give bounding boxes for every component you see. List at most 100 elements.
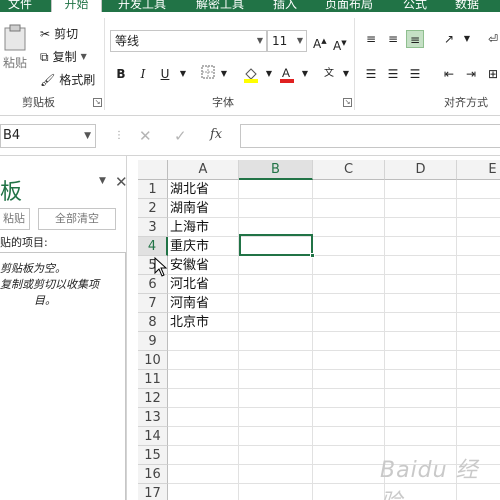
- table-cell[interactable]: 重庆市: [168, 237, 239, 256]
- table-cell[interactable]: [313, 465, 385, 484]
- table-cell[interactable]: [385, 237, 457, 256]
- fill-handle[interactable]: [310, 253, 315, 258]
- italic-button[interactable]: I: [134, 65, 152, 83]
- align-top-button[interactable]: ≡: [362, 30, 380, 48]
- column-header-d[interactable]: D: [385, 160, 457, 180]
- table-cell[interactable]: [313, 199, 385, 218]
- tab-data[interactable]: 数据: [455, 0, 479, 12]
- table-cell[interactable]: [168, 370, 239, 389]
- table-cell[interactable]: 河南省: [168, 294, 239, 313]
- font-launcher-icon[interactable]: ↘: [343, 98, 352, 107]
- table-cell[interactable]: [239, 351, 313, 370]
- align-left-button[interactable]: ☰: [362, 65, 380, 83]
- row-header[interactable]: 9: [138, 332, 168, 351]
- decrease-font-button[interactable]: A▼: [333, 36, 347, 53]
- select-all-corner[interactable]: [138, 160, 168, 180]
- table-cell[interactable]: [239, 408, 313, 427]
- row-header[interactable]: 8: [138, 313, 168, 332]
- table-cell[interactable]: [168, 427, 239, 446]
- align-bottom-button[interactable]: ≡: [406, 30, 424, 48]
- row-header[interactable]: 14: [138, 427, 168, 446]
- row-header[interactable]: 11: [138, 370, 168, 389]
- table-cell[interactable]: [313, 237, 385, 256]
- table-cell[interactable]: [457, 180, 500, 199]
- chevron-down-icon[interactable]: ▼: [296, 65, 314, 83]
- chevron-down-icon[interactable]: ▼: [458, 30, 476, 48]
- table-cell[interactable]: [313, 484, 385, 500]
- table-cell[interactable]: [385, 313, 457, 332]
- table-cell[interactable]: 河北省: [168, 275, 239, 294]
- table-cell[interactable]: [239, 199, 313, 218]
- row-header[interactable]: 10: [138, 351, 168, 370]
- cancel-icon[interactable]: ✕: [139, 127, 152, 145]
- tab-formulas[interactable]: 公式: [403, 0, 427, 12]
- chevron-down-icon[interactable]: ▼: [99, 176, 106, 186]
- decrease-indent-button[interactable]: ⇤: [440, 65, 458, 83]
- table-cell[interactable]: [385, 351, 457, 370]
- wrap-text-button[interactable]: ⏎: [484, 30, 500, 48]
- format-painter-button[interactable]: 🖌 格式刷: [40, 71, 95, 88]
- worksheet-grid[interactable]: A B C D E 1 湖北省 2 湖南省 3 上海市 4 重庆市 5 安徽省 6 河北省 7 河南省 8 北…: [138, 160, 500, 500]
- font-name-select[interactable]: 等线 ▼: [110, 30, 267, 52]
- table-cell[interactable]: [385, 332, 457, 351]
- table-cell[interactable]: [457, 370, 500, 389]
- table-cell[interactable]: [385, 256, 457, 275]
- merge-center-button[interactable]: ⊞: [484, 65, 500, 83]
- row-header[interactable]: 15: [138, 446, 168, 465]
- align-middle-button[interactable]: ≡: [384, 30, 402, 48]
- table-cell[interactable]: [239, 180, 313, 199]
- copy-button[interactable]: ⧉ 复制 ▼: [40, 48, 87, 65]
- table-cell[interactable]: [313, 389, 385, 408]
- table-cell[interactable]: [168, 408, 239, 427]
- table-cell[interactable]: [313, 446, 385, 465]
- table-cell[interactable]: [457, 332, 500, 351]
- table-cell[interactable]: [313, 351, 385, 370]
- table-cell[interactable]: [385, 389, 457, 408]
- table-cell[interactable]: [239, 446, 313, 465]
- underline-button[interactable]: U: [156, 65, 174, 83]
- paste-all-button[interactable]: 粘贴: [0, 208, 30, 230]
- column-header-a[interactable]: A: [168, 160, 239, 180]
- row-header[interactable]: 4: [138, 237, 168, 256]
- enter-icon[interactable]: ✓: [174, 127, 187, 145]
- table-cell[interactable]: [239, 370, 313, 389]
- tab-home[interactable]: 开始: [51, 0, 102, 12]
- table-cell[interactable]: [239, 427, 313, 446]
- table-cell[interactable]: [313, 256, 385, 275]
- table-cell[interactable]: 北京市: [168, 313, 239, 332]
- row-header[interactable]: 16: [138, 465, 168, 484]
- table-cell[interactable]: [313, 313, 385, 332]
- align-right-button[interactable]: ☰: [406, 65, 424, 83]
- table-cell[interactable]: [239, 332, 313, 351]
- table-cell[interactable]: [385, 199, 457, 218]
- tab-page-layout[interactable]: 页面布局: [325, 0, 373, 12]
- phonetic-button[interactable]: 文: [320, 65, 338, 83]
- table-cell[interactable]: [313, 275, 385, 294]
- table-cell[interactable]: [385, 275, 457, 294]
- insert-function-icon[interactable]: fx: [210, 127, 222, 142]
- table-cell[interactable]: 安徽省: [168, 256, 239, 275]
- table-cell[interactable]: [457, 275, 500, 294]
- table-cell[interactable]: [385, 408, 457, 427]
- increase-indent-button[interactable]: ⇥: [462, 65, 480, 83]
- table-cell[interactable]: [385, 180, 457, 199]
- table-cell[interactable]: [168, 351, 239, 370]
- table-cell[interactable]: [313, 294, 385, 313]
- table-cell[interactable]: [239, 313, 313, 332]
- chevron-down-icon[interactable]: ▼: [81, 52, 87, 61]
- column-header-e[interactable]: E: [457, 160, 500, 180]
- table-cell[interactable]: [457, 408, 500, 427]
- row-header[interactable]: 12: [138, 389, 168, 408]
- table-cell[interactable]: [168, 484, 239, 500]
- close-icon[interactable]: ✕: [115, 173, 128, 191]
- table-cell[interactable]: [457, 199, 500, 218]
- table-cell[interactable]: [457, 237, 500, 256]
- table-cell[interactable]: [168, 389, 239, 408]
- row-header[interactable]: 6: [138, 275, 168, 294]
- name-box[interactable]: B4 ▼: [0, 124, 96, 148]
- align-center-button[interactable]: ☰: [384, 65, 402, 83]
- row-header[interactable]: 2: [138, 199, 168, 218]
- chevron-down-icon[interactable]: ▼: [337, 65, 355, 83]
- column-header-c[interactable]: C: [313, 160, 385, 180]
- table-cell[interactable]: [239, 294, 313, 313]
